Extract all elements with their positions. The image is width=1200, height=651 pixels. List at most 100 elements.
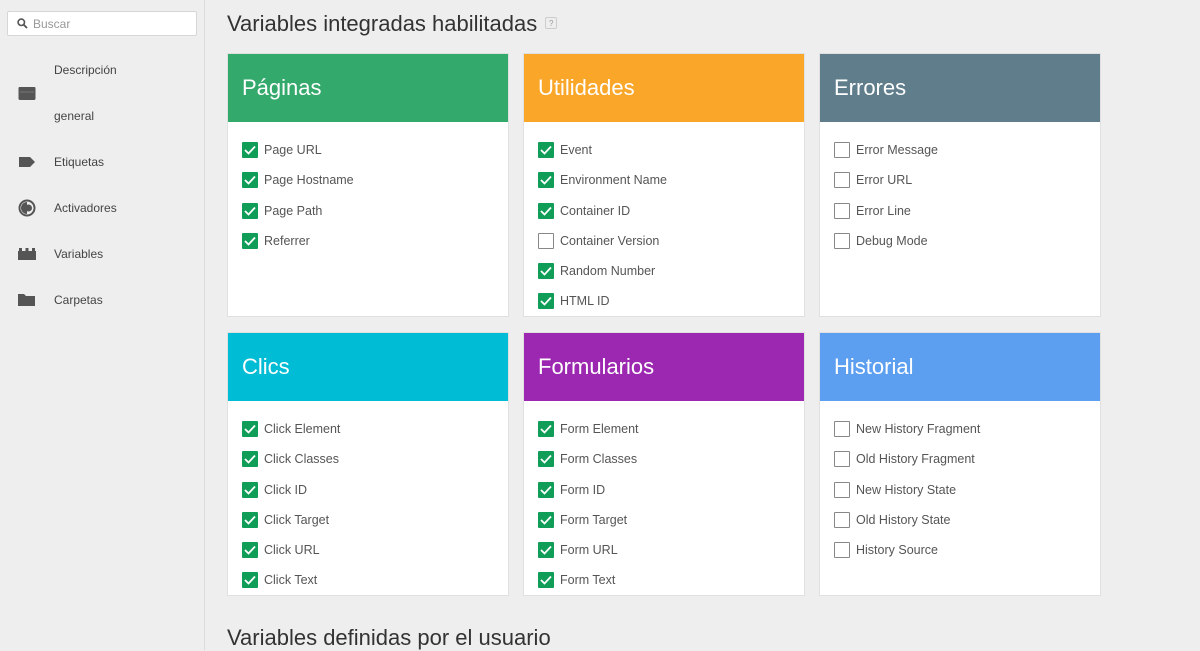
variable-label: Container Version (560, 234, 659, 248)
variable-row[interactable]: Error Message (820, 135, 1100, 165)
variable-checkbox[interactable] (242, 233, 258, 249)
variable-checkbox[interactable] (242, 451, 258, 467)
variable-row[interactable]: Old History Fragment (820, 444, 1100, 474)
variable-label: Form Target (560, 513, 627, 527)
user-variables-title: Variables definidas por el usuario (227, 625, 551, 651)
search-input[interactable] (33, 17, 183, 31)
variable-checkbox[interactable] (538, 293, 554, 309)
variable-card: FormulariosForm ElementForm ClassesForm … (523, 332, 805, 596)
checkmark-icon (244, 485, 256, 495)
variable-label: Page Hostname (264, 173, 354, 187)
variable-row[interactable]: Click ID (228, 475, 508, 505)
checkmark-icon (244, 145, 256, 155)
card-title: Clics (228, 333, 508, 401)
variable-row[interactable]: Form Element (524, 414, 804, 444)
variable-checkbox[interactable] (538, 263, 554, 279)
variable-row[interactable]: Page Hostname (228, 165, 508, 195)
variable-checkbox[interactable] (538, 172, 554, 188)
variable-checkbox[interactable] (834, 142, 850, 158)
variable-checkbox[interactable] (834, 203, 850, 219)
card-body: Form ElementForm Classes Form ID Form Targ… (524, 401, 804, 596)
variable-row[interactable]: Page URL (228, 135, 508, 165)
variable-row[interactable]: Click Text (228, 565, 508, 595)
checkmark-icon (540, 206, 552, 216)
variable-row[interactable]: Page Path (228, 196, 508, 226)
variable-checkbox[interactable] (242, 172, 258, 188)
variable-label: Page URL (264, 143, 322, 157)
sidebar-item-label: Activadores (54, 185, 117, 231)
variable-row[interactable]: Error Line (820, 196, 1100, 226)
sidebar-item-overview[interactable]: Descripción general (0, 47, 205, 139)
variable-row[interactable]: Click Target (228, 505, 508, 535)
variable-row[interactable]: Error URL (820, 165, 1100, 195)
variable-checkbox[interactable] (538, 203, 554, 219)
card-title: Utilidades (524, 54, 804, 122)
variable-checkbox[interactable] (834, 451, 850, 467)
variable-checkbox[interactable] (834, 542, 850, 558)
sidebar-item-label: general (54, 93, 94, 139)
checkmark-icon (540, 545, 552, 555)
variable-row[interactable]: HTML ID (524, 286, 804, 316)
variable-row[interactable]: Form Classes (524, 444, 804, 474)
variable-label: Environment Name (560, 173, 667, 187)
variable-checkbox[interactable] (242, 421, 258, 437)
variable-checkbox[interactable] (538, 482, 554, 498)
variable-label: Click Text (264, 573, 317, 587)
variable-checkbox[interactable] (538, 233, 554, 249)
variable-row[interactable]: Old History State (820, 505, 1100, 535)
variable-row[interactable]: Container ID (524, 196, 804, 226)
variable-checkbox[interactable] (834, 172, 850, 188)
variable-row[interactable]: Form Target (524, 505, 804, 535)
variable-card: HistorialNew History FragmentOld History… (819, 332, 1101, 596)
builtin-variables-title-text: Variables integradas habilitadas (227, 11, 537, 36)
variable-label: HTML ID (560, 294, 610, 308)
variable-row[interactable]: Event (524, 135, 804, 165)
variable-checkbox[interactable] (538, 451, 554, 467)
variable-label: New History Fragment (856, 422, 980, 436)
checkmark-icon (540, 266, 552, 276)
variable-row[interactable]: Form URL (524, 535, 804, 565)
card-body: Event Environment Name Container ID Contain… (524, 122, 804, 317)
variable-row[interactable]: Environment Name (524, 165, 804, 195)
variable-checkbox[interactable] (242, 512, 258, 528)
variable-checkbox[interactable] (242, 542, 258, 558)
sidebar-item-variables[interactable]: Variables (0, 231, 205, 277)
variable-checkbox[interactable] (538, 542, 554, 558)
variable-row[interactable]: Debug Mode (820, 226, 1100, 256)
sidebar: Descripción general Etiquetas Activadore… (0, 0, 205, 650)
variable-checkbox[interactable] (242, 203, 258, 219)
variable-checkbox[interactable] (242, 482, 258, 498)
variable-checkbox[interactable] (538, 512, 554, 528)
variable-checkbox[interactable] (834, 421, 850, 437)
checkmark-icon (244, 545, 256, 555)
variable-row[interactable]: Referrer (228, 226, 508, 256)
variable-checkbox[interactable] (242, 142, 258, 158)
variable-row[interactable]: Form Text (524, 565, 804, 595)
sidebar-item-tags[interactable]: Etiquetas (0, 139, 205, 185)
variable-label: Error URL (856, 173, 912, 187)
variable-row[interactable]: Container Version (524, 226, 804, 256)
sidebar-item-folders[interactable]: Carpetas (0, 277, 205, 323)
folder-icon (18, 291, 36, 309)
variable-checkbox[interactable] (538, 142, 554, 158)
variable-checkbox[interactable] (242, 572, 258, 588)
variable-row[interactable]: Click Element (228, 414, 508, 444)
variable-checkbox[interactable] (834, 482, 850, 498)
search-box[interactable] (7, 11, 197, 36)
variable-card: ErroresError MessageError URLError LineD… (819, 53, 1101, 317)
variable-row[interactable]: History Source (820, 535, 1100, 565)
help-icon[interactable]: ? (545, 17, 557, 29)
variable-checkbox[interactable] (538, 421, 554, 437)
variable-row[interactable]: Click URL (228, 535, 508, 565)
variable-label: Form ID (560, 483, 605, 497)
variable-row[interactable]: Form ID (524, 475, 804, 505)
sidebar-item-triggers[interactable]: Activadores (0, 185, 205, 231)
variable-row[interactable]: Click Classes (228, 444, 508, 474)
variable-row[interactable]: Random Number (524, 256, 804, 286)
variable-row[interactable]: New History Fragment (820, 414, 1100, 444)
variable-checkbox[interactable] (834, 233, 850, 249)
variable-checkbox[interactable] (538, 572, 554, 588)
checkmark-icon (244, 206, 256, 216)
variable-checkbox[interactable] (834, 512, 850, 528)
variable-row[interactable]: New History State (820, 475, 1100, 505)
